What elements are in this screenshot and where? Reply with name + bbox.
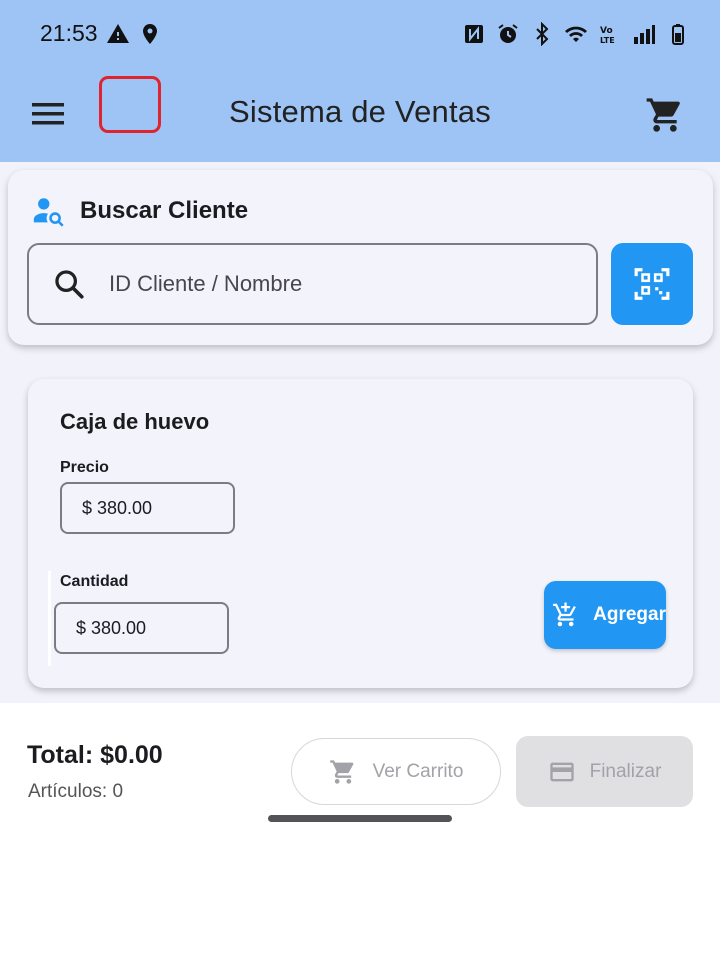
quantity-label: Cantidad (60, 573, 129, 590)
quantity-field[interactable]: $ 380.00 (54, 602, 229, 654)
search-client-card: Buscar Cliente (8, 170, 713, 345)
quantity-value: $ 380.00 (76, 617, 147, 638)
add-to-cart-button[interactable]: Agregar (544, 581, 666, 649)
price-field[interactable]: $ 380.00 (60, 482, 235, 534)
price-value: $ 380.00 (82, 497, 153, 518)
add-button-label: Agregar (593, 604, 666, 625)
warning-icon (107, 24, 129, 43)
wifi-icon (565, 26, 587, 42)
page-title: Sistema de Ventas (229, 94, 491, 129)
status-time: 21:53 (40, 20, 98, 46)
shopping-cart-icon (329, 759, 353, 784)
finish-sale-button[interactable]: Finalizar (516, 736, 693, 807)
view-cart-label: Ver Carrito (372, 760, 464, 782)
scan-qr-button[interactable] (611, 243, 693, 325)
qr-scan-icon (634, 268, 670, 300)
search-client-header: Buscar Cliente (30, 194, 248, 228)
app-bar: 21:53 Vo LTE Sistema de Ventas (0, 0, 720, 162)
search-input[interactable] (109, 264, 569, 304)
nfc-icon (465, 25, 483, 43)
items-count: Artículos: 0 (28, 781, 124, 802)
volte-icon: VoLTE (600, 26, 615, 45)
signal-icon (634, 25, 655, 44)
battery-icon (672, 24, 684, 45)
credit-card-icon (549, 762, 574, 781)
search-client-field[interactable] (27, 243, 598, 325)
search-client-title: Buscar Cliente (80, 197, 249, 224)
search-icon-wrap (29, 267, 109, 301)
add-shopping-cart-icon (553, 602, 576, 627)
svg-text:Vo: Vo (600, 26, 613, 36)
search-icon (55, 270, 84, 299)
focus-marker (48, 571, 51, 666)
location-icon (143, 24, 157, 44)
svg-text:LTE: LTE (600, 36, 615, 45)
price-label: Precio (60, 459, 109, 476)
cart-button[interactable] (644, 94, 686, 136)
view-cart-button[interactable]: Ver Carrito (291, 738, 501, 805)
home-indicator[interactable] (268, 815, 452, 822)
bluetooth-icon (536, 22, 549, 46)
total-amount: Total: $0.00 (27, 741, 163, 769)
shopping-cart-icon (646, 98, 680, 132)
summary-bar: Total: $0.00 Artículos: 0 Ver Carrito Fi… (0, 703, 720, 832)
finish-label: Finalizar (589, 760, 662, 782)
product-name: Caja de huevo (60, 409, 210, 434)
alarm-icon (498, 24, 518, 43)
product-card: Caja de huevo Precio $ 380.00 Cantidad $… (28, 379, 693, 688)
status-right-icons: Vo LTE (462, 22, 690, 46)
status-left-icons (106, 22, 162, 46)
person-search-icon (33, 198, 64, 227)
